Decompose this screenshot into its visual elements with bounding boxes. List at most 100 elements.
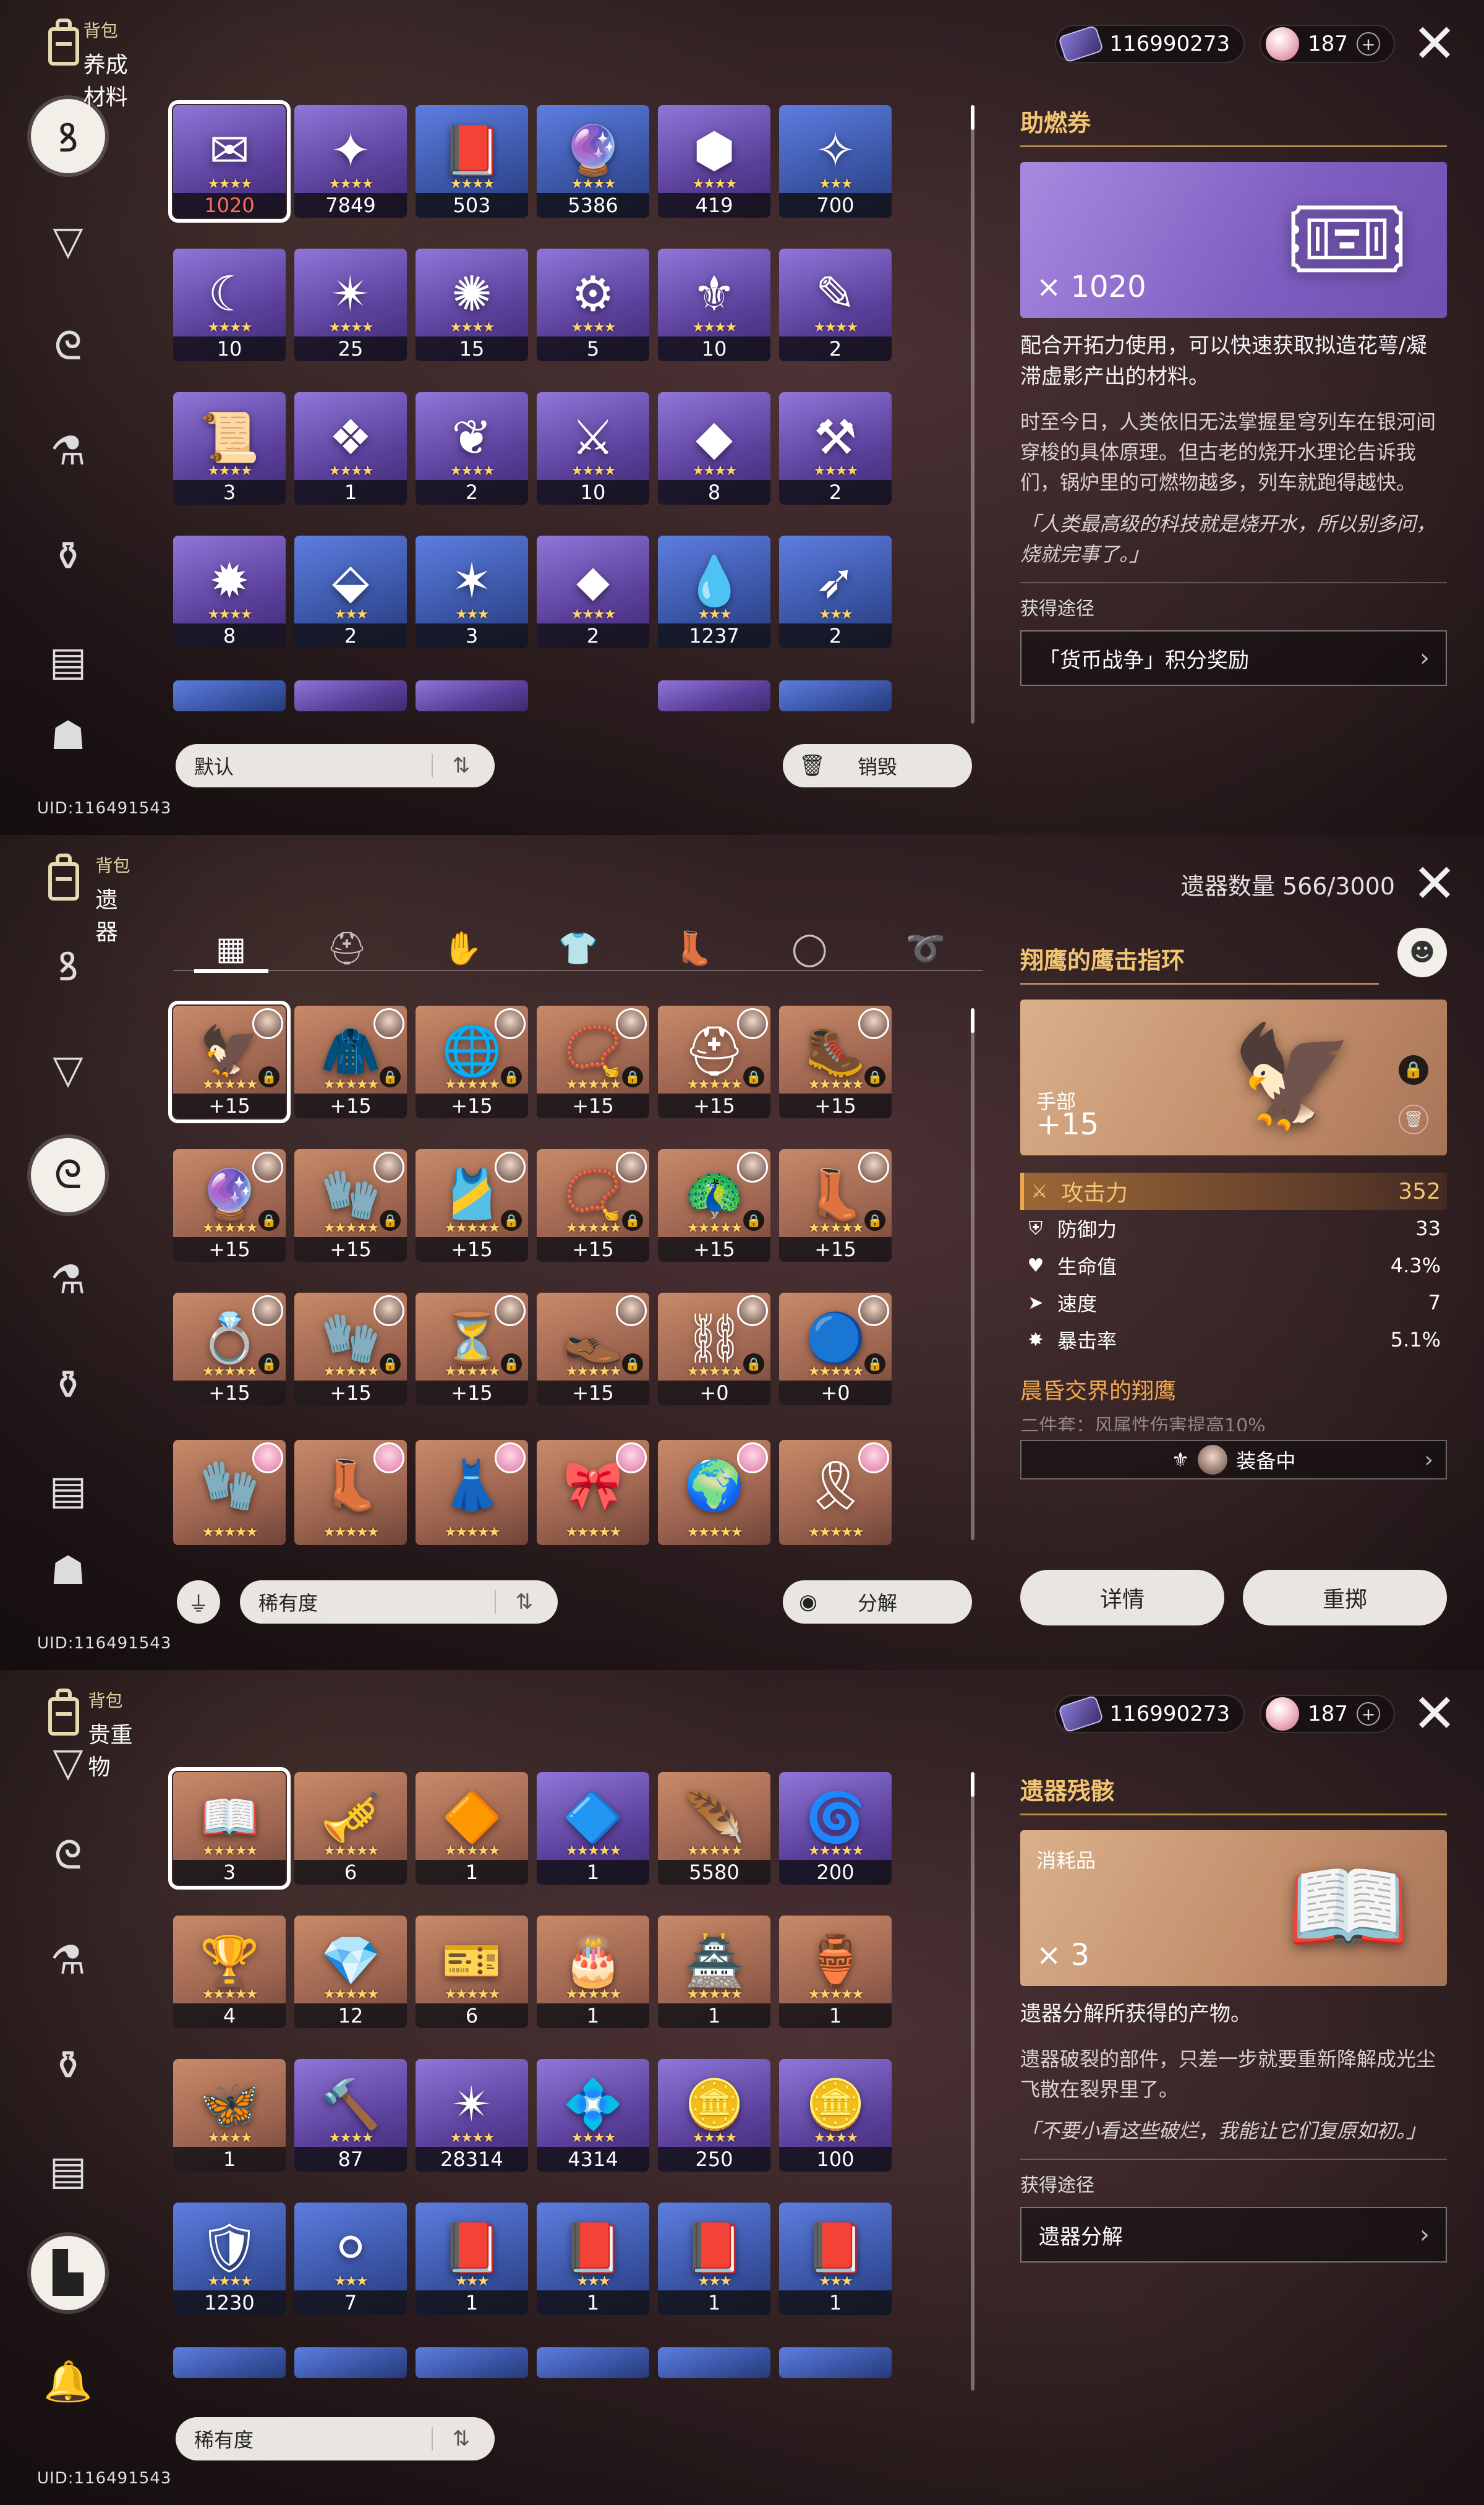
item-cell[interactable]: ☾ ★★★★ 10 [173, 249, 286, 361]
dismantle-button[interactable]: ◉ 分解 [783, 1580, 972, 1624]
item-cell[interactable]: 🔵 ★★★★★ +0 🔒 [779, 1293, 892, 1405]
item-cell[interactable] [779, 680, 892, 711]
add-jade-button[interactable]: + [1357, 32, 1380, 56]
lock-icon[interactable]: 🔒 [258, 1210, 279, 1231]
item-cell[interactable]: 🛡 ★★★★ 1230 [173, 2203, 286, 2315]
item-cell[interactable]: 📕 ★★★ 1 [658, 2203, 770, 2315]
source-link[interactable]: 「货币战争」积分奖励 › [1020, 630, 1447, 686]
item-cell[interactable]: 🔨 ★★★★ 87 [294, 2059, 407, 2172]
relic-cell[interactable]: 🌍 ★★★★★ [658, 1440, 770, 1545]
tab-feet-icon[interactable]: 👢 [657, 927, 731, 970]
item-cell[interactable]: 💠 ★★★★ 4314 [537, 2059, 649, 2172]
lock-icon[interactable]: 🔒 [501, 1353, 522, 1374]
nav-mission-icon[interactable]: ▤ [31, 625, 105, 699]
item-cell[interactable]: ⬢ ★★★★ 419 [658, 105, 770, 218]
item-cell[interactable]: ✺ ★★★★ 15 [416, 249, 528, 361]
item-cell[interactable]: ⚔ ★★★★ 10 [537, 392, 649, 505]
nav-relic-icon[interactable]: ᘓ [31, 309, 105, 383]
nav-upgrade-icon[interactable]: ⚗ [31, 414, 105, 489]
item-cell[interactable] [416, 2347, 528, 2378]
lock-icon[interactable]: 🔒 [380, 1210, 401, 1231]
item-cell[interactable] [294, 680, 407, 711]
item-cell[interactable]: ⚒ ★★★★ 2 [779, 392, 892, 505]
lock-icon[interactable]: 🔒 [501, 1210, 522, 1231]
sort-order-icon[interactable]: ⇅ [453, 753, 471, 778]
item-cell[interactable] [416, 680, 528, 711]
tab-sphere-icon[interactable]: ◯ [772, 927, 846, 970]
nav-lightcone-icon[interactable]: ▽ [31, 1033, 105, 1107]
item-cell[interactable] [658, 2347, 770, 2378]
item-cell[interactable]: ❖ ★★★★ 1 [294, 392, 407, 505]
equipped-bar[interactable]: ⚜ 装备中 › [1020, 1440, 1447, 1479]
nav-lightcone-icon[interactable]: ▽ [31, 204, 105, 278]
lock-icon[interactable]: 🔒 [743, 1353, 764, 1374]
item-cell[interactable]: 📜 ★★★★ 3 [173, 392, 286, 505]
item-cell[interactable]: ⬥ ★★★★ 2 [537, 536, 649, 648]
item-cell[interactable] [173, 680, 286, 711]
item-cell[interactable]: 🎂 ★★★★★ 1 [537, 1916, 649, 2028]
item-cell[interactable]: 📕 ★★★ 1 [537, 2203, 649, 2315]
item-cell[interactable]: 🥾 ★★★★★ +15 🔒 [779, 1006, 892, 1118]
item-cell[interactable]: ✎ ★★★★ 2 [779, 249, 892, 361]
nav-relic-icon[interactable]: ᘓ [31, 1818, 105, 1893]
nav-more-icon[interactable]: ☗ [31, 1552, 105, 1590]
item-cell[interactable]: 💎 ★★★★★ 12 [294, 1916, 407, 2028]
item-cell[interactable]: 🎫 ★★★★★ 6 [416, 1916, 528, 2028]
item-cell[interactable]: 💍 ★★★★★ +15 🔒 [173, 1293, 286, 1405]
relic-cell[interactable]: 🎀 ★★★★★ [537, 1440, 649, 1545]
item-cell[interactable]: 📕 ★★★ 1 [779, 2203, 892, 2315]
nav-lightcone-icon[interactable]: ▽ [31, 1744, 105, 1781]
item-cell[interactable]: ✴ ★★★★ 28314 [416, 2059, 528, 2172]
item-cell[interactable]: 🪶 ★★★★★ 5580 [658, 1772, 770, 1885]
item-cell[interactable]: 📿 ★★★★★ +15 🔒 [537, 1006, 649, 1118]
destroy-button[interactable]: 🗑 销毁 [783, 744, 972, 787]
sort-dropdown[interactable]: 默认 ⇅ [176, 744, 495, 787]
lock-icon[interactable]: 🔒 [258, 1066, 279, 1087]
relic-cell[interactable]: 🧤 ★★★★★ [173, 1440, 286, 1545]
item-cell[interactable]: 🌐 ★★★★★ +15 🔒 [416, 1006, 528, 1118]
tab-body-icon[interactable]: 👕 [541, 927, 615, 970]
item-cell[interactable] [779, 2347, 892, 2378]
item-cell[interactable]: ✶ ★★★ 3 [416, 536, 528, 648]
item-cell[interactable]: ⚪ ★★★ 7 [294, 2203, 407, 2315]
item-cell[interactable]: 📿 ★★★★★ +15 🔒 [537, 1149, 649, 1262]
reroll-button[interactable]: 重掷 [1243, 1570, 1447, 1625]
item-cell[interactable]: 📕 ★★★ 1 [416, 2203, 528, 2315]
nav-upgrade-icon[interactable]: ⚗ [31, 1924, 105, 1998]
item-cell[interactable]: ➶ ★★★ 2 [779, 536, 892, 648]
item-cell[interactable]: 🏺 ★★★★★ 1 [779, 1916, 892, 2028]
lock-icon[interactable]: 🔒 [743, 1210, 764, 1231]
item-cell[interactable]: 🔶 ★★★★★ 1 [416, 1772, 528, 1885]
discard-icon[interactable]: 🗑 [1399, 1105, 1428, 1134]
item-cell[interactable]: ✦ ★★★★ 7849 [294, 105, 407, 218]
add-jade-button[interactable]: + [1357, 1702, 1380, 1726]
item-cell[interactable]: 🦋 ★★★★ 1 [173, 2059, 286, 2172]
close-button[interactable]: ✕ [1410, 1687, 1459, 1741]
lock-icon[interactable]: 🔒 [622, 1210, 643, 1231]
nav-consumable-icon[interactable]: ⚱ [31, 520, 105, 594]
item-cell[interactable]: ⚜ ★★★★ 10 [658, 249, 770, 361]
scrollbar[interactable] [971, 1008, 974, 1540]
item-cell[interactable]: ⏳ ★★★★★ +15 🔒 [416, 1293, 528, 1405]
lock-icon[interactable]: 🔒 [864, 1210, 885, 1231]
lock-icon[interactable]: 🔒 [864, 1066, 885, 1087]
tab-hands-icon[interactable]: ✋ [425, 927, 500, 970]
item-cell[interactable]: 💧 ★★★ 1237 [658, 536, 770, 648]
sort-order-icon[interactable]: ⇅ [516, 1590, 534, 1614]
tab-head-icon[interactable]: ⛑ [310, 927, 384, 970]
nav-mission-icon[interactable]: ▤ [31, 1454, 105, 1528]
tab-rope-icon[interactable]: ➰ [888, 927, 962, 970]
item-cell[interactable]: 🪙 ★★★★ 100 [779, 2059, 892, 2172]
item-cell[interactable]: ✹ ★★★★ 8 [173, 536, 286, 648]
item-cell[interactable]: 📖 ★★★★★ 3 [168, 1767, 291, 1890]
item-cell[interactable] [537, 2347, 649, 2378]
item-cell[interactable]: 🔮 ★★★★ 5386 [537, 105, 649, 218]
item-cell[interactable]: ✧ ★★★ 700 [779, 105, 892, 218]
lock-icon[interactable]: 🔒 [501, 1066, 522, 1087]
item-cell[interactable]: 🎽 ★★★★★ +15 🔒 [416, 1149, 528, 1262]
item-cell[interactable]: 🧤 ★★★★★ +15 🔒 [294, 1149, 407, 1262]
character-filter-icon[interactable]: ☻ [1397, 928, 1447, 977]
item-cell[interactable] [658, 680, 770, 711]
item-cell[interactable]: 👢 ★★★★★ +15 🔒 [779, 1149, 892, 1262]
item-cell[interactable]: ⛑ ★★★★★ +15 🔒 [658, 1006, 770, 1118]
